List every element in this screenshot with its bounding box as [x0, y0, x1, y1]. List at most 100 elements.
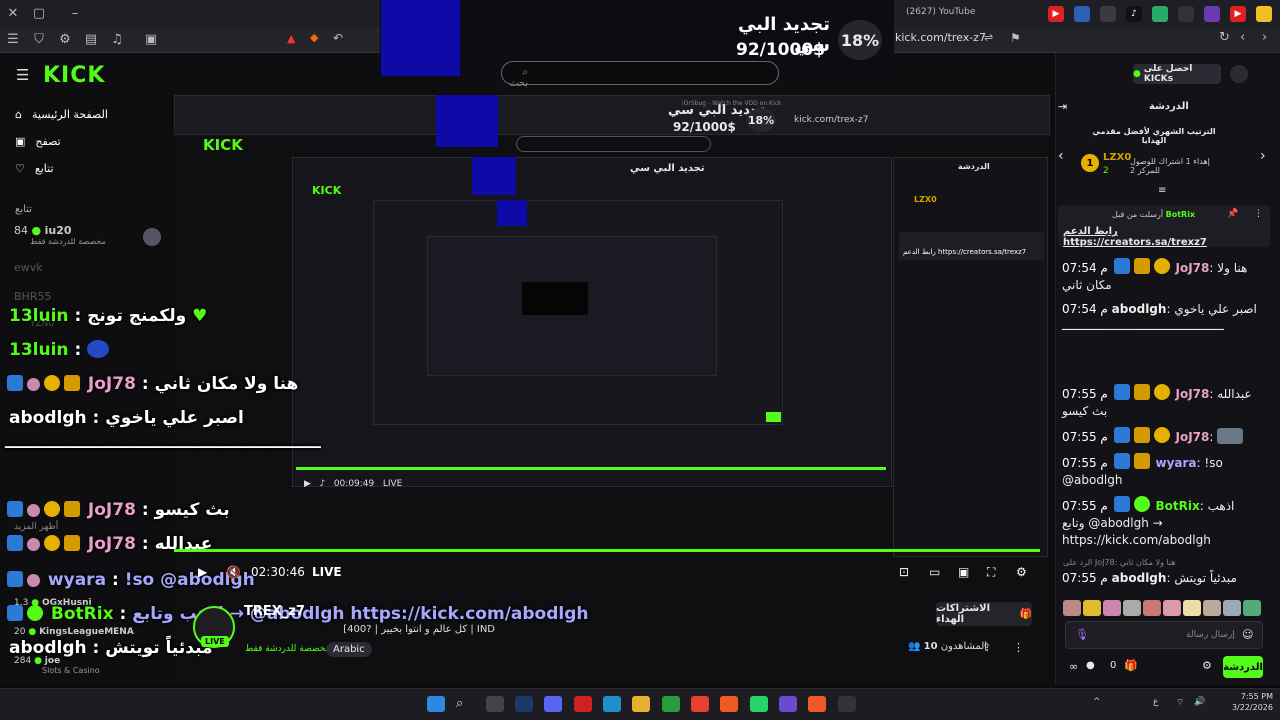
emote-icon[interactable]	[1103, 600, 1121, 616]
chat-username[interactable]: wyara	[1156, 456, 1197, 470]
emote-icon[interactable]	[1203, 600, 1221, 616]
chat-message[interactable]: م 07:55 JoJ78:	[1062, 427, 1260, 446]
whatsapp-icon[interactable]	[750, 696, 768, 712]
channel-name[interactable]: TREX_z7	[244, 604, 305, 619]
chat-message[interactable]: م 07:54 JoJ78: هنا ولا مكان ثاني	[1062, 258, 1260, 294]
minimize-icon[interactable]: –	[62, 1, 88, 27]
sidebar-channel-kingsleague[interactable]: 20 ● KingsLeagueMENA	[14, 627, 164, 637]
emote-icon[interactable]	[1223, 600, 1241, 616]
extension-icon[interactable]	[1100, 6, 1116, 22]
nav-browse[interactable]: ▣ تصفح	[15, 131, 165, 151]
close-icon[interactable]: ✕	[0, 1, 26, 27]
sidebar-channel-ewvk[interactable]: ewvk	[14, 261, 164, 274]
expand-icon[interactable]: ≡	[1158, 185, 1166, 196]
screenshot-icon[interactable]: ▣	[138, 27, 164, 53]
language-icon[interactable]: ع	[1153, 697, 1158, 707]
tabs-icon[interactable]: ▤	[78, 27, 104, 53]
volume-icon[interactable]: 🔊	[1194, 697, 1205, 707]
shield-icon[interactable]: ⛉	[26, 27, 52, 53]
collapse-chat-icon[interactable]: ⇥	[1058, 100, 1067, 113]
pin-icon[interactable]: 📌	[1227, 209, 1238, 219]
chat-input[interactable]: إرسال رسالة	[1065, 621, 1263, 649]
steam-icon[interactable]	[515, 696, 533, 712]
start-icon[interactable]	[427, 696, 445, 712]
extension-icon[interactable]	[1178, 6, 1194, 22]
sidebar-channel-bhr55[interactable]: BHR55	[14, 290, 164, 303]
extension-icon[interactable]	[1256, 6, 1272, 22]
extension-icon[interactable]	[1204, 6, 1220, 22]
more-icon[interactable]: ⋮	[1013, 641, 1024, 654]
pip-icon[interactable]: ▣	[958, 565, 969, 579]
nav-home[interactable]: ⌂ الصفحة الرئيسية	[15, 104, 165, 124]
youtube-icon[interactable]: ▶	[1230, 6, 1246, 22]
volume-mute-icon[interactable]: 🔇	[226, 565, 241, 579]
brave-icon[interactable]	[720, 696, 738, 712]
task-view-icon[interactable]	[486, 696, 504, 712]
share-icon[interactable]: ⇪	[982, 641, 991, 654]
chevron-right-icon[interactable]: ›	[1260, 148, 1266, 164]
more-options-icon[interactable]: ⋮	[1254, 209, 1263, 219]
chat-username[interactable]: JoJ78	[1176, 387, 1210, 401]
stream-category[interactable]: مخصصة للدردشة فقط	[245, 644, 330, 654]
nav-following[interactable]: ♡ تتابع	[15, 158, 165, 178]
tiktok-icon[interactable]: ♪	[1126, 6, 1142, 22]
clip-icon[interactable]: ⊡	[899, 565, 909, 579]
live-indicator[interactable]: LIVE	[312, 565, 342, 579]
reply-context[interactable]: الرد على JoJ78: هنا ولا مكان ثاني	[1063, 558, 1258, 567]
brave-icon[interactable]: ◆	[310, 31, 318, 44]
chat-settings-icon[interactable]: ⚙	[1202, 659, 1212, 672]
language-tag[interactable]: Arabic	[326, 642, 372, 657]
emote-icon[interactable]	[1063, 600, 1081, 616]
chat-message[interactable]: م 07:55 abodlgh: مبدئياً تويتش	[1062, 570, 1260, 587]
chat-username[interactable]: JoJ78	[1176, 261, 1210, 275]
emote-icon[interactable]	[1083, 600, 1101, 616]
wifi-icon[interactable]: ⌔	[1176, 697, 1184, 708]
sidebar-channel-joe[interactable]: 284 ● joe Slots & Casino	[14, 656, 164, 675]
send-chat-button[interactable]: الدردشة	[1223, 656, 1263, 678]
chat-message[interactable]: م 07:55 JoJ78: عبدالله بث كيسو	[1062, 384, 1260, 420]
mic-icon[interactable]: 🎙	[1075, 628, 1089, 641]
emote-icon[interactable]	[1123, 600, 1141, 616]
chrome-icon[interactable]	[691, 696, 709, 712]
music-icon[interactable]: ♫	[104, 27, 130, 53]
pinned-text[interactable]: رابط الدعم https://creators.sa/trexz7	[1063, 226, 1253, 248]
extension-icon[interactable]	[1152, 6, 1168, 22]
chat-message[interactable]: م 07:55 BotRix: اذهب وتابع @abodlgh → ht…	[1062, 496, 1260, 549]
stream-progress-bar[interactable]	[174, 549, 1040, 552]
recorder-icon[interactable]	[574, 696, 592, 712]
emote-icon[interactable]	[1163, 600, 1181, 616]
users-icon[interactable]: ●	[1086, 660, 1095, 671]
kick-logo[interactable]: KICK	[43, 63, 105, 88]
menu-icon[interactable]: ☰	[0, 27, 26, 53]
forward-icon[interactable]: ›	[1262, 30, 1267, 45]
folder-icon[interactable]	[632, 696, 650, 712]
youtube-icon[interactable]: ▶	[1048, 6, 1064, 22]
discord-icon[interactable]	[544, 696, 562, 712]
chat-username[interactable]: abodlgh	[1112, 302, 1167, 316]
avatar[interactable]	[143, 228, 161, 246]
fullscreen-icon[interactable]: ⛶	[987, 565, 995, 580]
gift-icon[interactable]: 🎁	[1124, 659, 1138, 672]
edge-icon[interactable]	[603, 696, 621, 712]
xbox-icon[interactable]	[662, 696, 680, 712]
chat-username[interactable]: abodlgh	[1112, 571, 1167, 585]
emoji-icon[interactable]: ☺	[1242, 628, 1253, 641]
user-avatar[interactable]	[1230, 65, 1248, 83]
chat-username[interactable]: JoJ78	[1176, 430, 1210, 444]
hamburger-icon[interactable]: ☰	[16, 66, 29, 84]
settings-icon[interactable]: ⚙	[52, 27, 78, 53]
app-icon[interactable]	[779, 696, 797, 712]
bookmark-icon[interactable]: ⚑	[1010, 31, 1021, 45]
back-icon[interactable]: ‹	[1240, 30, 1245, 45]
extension-icon[interactable]	[1074, 6, 1090, 22]
search-input[interactable]: ⌕ بحث	[501, 61, 779, 89]
chevron-left-icon[interactable]: ‹	[1058, 148, 1064, 164]
search-icon[interactable]: ⌕	[456, 696, 474, 712]
get-kicks-button[interactable]: ● احصل على KICKs	[1133, 64, 1221, 84]
emote-icon[interactable]	[1143, 600, 1161, 616]
reload-icon[interactable]: ↻	[1219, 30, 1230, 45]
chat-message[interactable]: م 07:55 wyara: !so @abodlgh	[1062, 453, 1260, 489]
emote-icon[interactable]	[1183, 600, 1201, 616]
chat-username[interactable]: BotRix	[1156, 499, 1200, 513]
back-history-icon[interactable]: ↶	[333, 31, 343, 45]
